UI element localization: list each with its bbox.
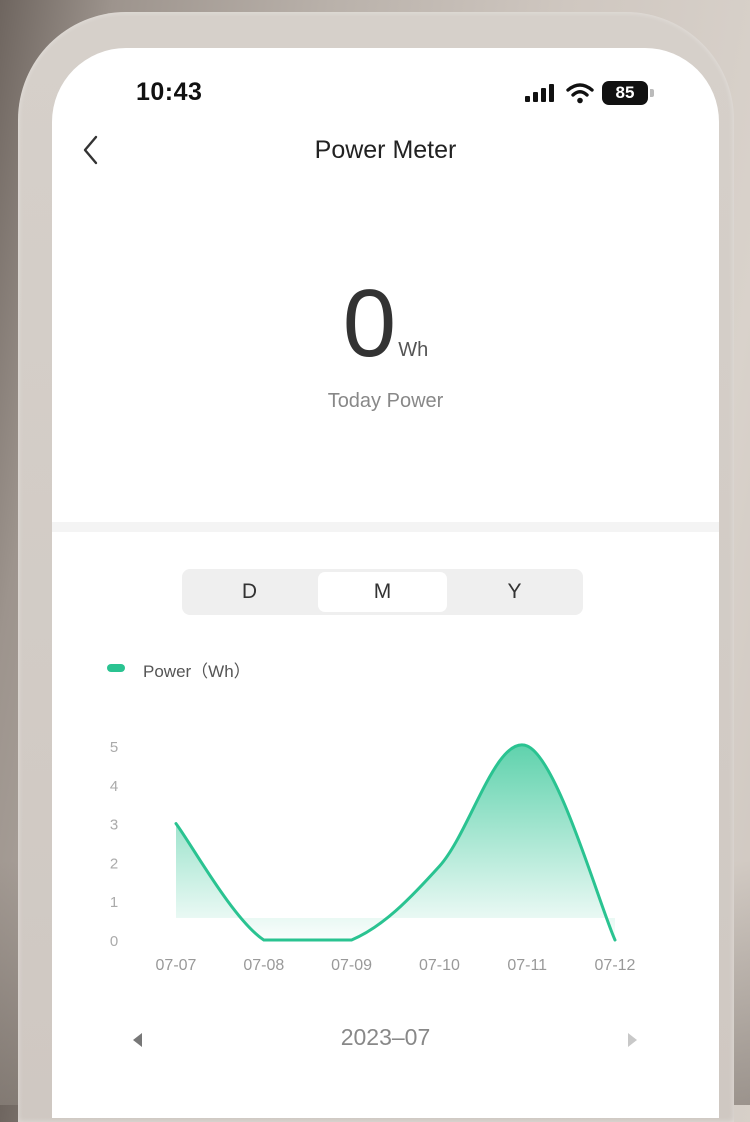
section-divider (52, 522, 719, 532)
tab-month[interactable]: M (318, 572, 447, 612)
x-tick-label: 07-11 (507, 957, 547, 974)
x-tick-label: 07-07 (156, 957, 197, 974)
app-screen: 10:43 85 Power Meter 0 Wh Today Power D M… (52, 48, 719, 1118)
month-label: 2023–07 (340, 1024, 431, 1050)
y-tick-label: 1 (110, 894, 118, 911)
y-tick-label: 0 (110, 933, 118, 950)
tab-year[interactable]: Y (450, 572, 579, 612)
today-power-unit: Wh (398, 339, 429, 361)
y-tick-label: 3 (110, 817, 118, 834)
legend-label: Power（Wh） (143, 662, 251, 681)
today-power-caption: Today Power (327, 390, 444, 412)
cellular-signal-icon (525, 84, 554, 102)
x-tick-label: 07-08 (243, 957, 284, 974)
y-tick-label: 2 (110, 855, 118, 872)
data-point[interactable] (174, 822, 178, 826)
wifi-icon (566, 83, 594, 104)
y-tick-label: 5 (110, 739, 118, 756)
status-time: 10:43 (136, 78, 203, 106)
x-tick-label: 07-09 (331, 957, 372, 974)
tab-day[interactable]: D (185, 572, 314, 612)
period-selector: D M Y (182, 569, 583, 615)
today-power-value: 0 (342, 270, 397, 377)
x-tick-label: 07-12 (595, 957, 636, 974)
today-power-readout: 0 Wh (52, 276, 719, 372)
power-chart-svg: 0 1 2 3 4 5 07-07 07-08 07-09 07-10 07-11 07-12 (110, 739, 636, 974)
y-tick-label: 4 (110, 778, 118, 795)
month-navigator: 2023–07 (52, 1024, 719, 1054)
data-point[interactable] (613, 938, 617, 942)
data-point[interactable] (350, 938, 354, 942)
battery-level: 85 (602, 81, 648, 105)
data-point[interactable] (525, 744, 529, 748)
battery-icon: 85 (602, 81, 658, 105)
x-tick-label: 07-10 (419, 957, 460, 974)
data-point[interactable] (262, 938, 266, 942)
data-point[interactable] (437, 864, 441, 868)
page-title: Power Meter (314, 136, 457, 164)
power-chart: 0 1 2 3 4 5 07-07 07-08 07-09 07-10 07-11 07-12 (52, 708, 719, 988)
caret-right-icon[interactable] (622, 1030, 642, 1050)
battery-tip (650, 89, 654, 97)
legend-swatch (107, 664, 125, 672)
